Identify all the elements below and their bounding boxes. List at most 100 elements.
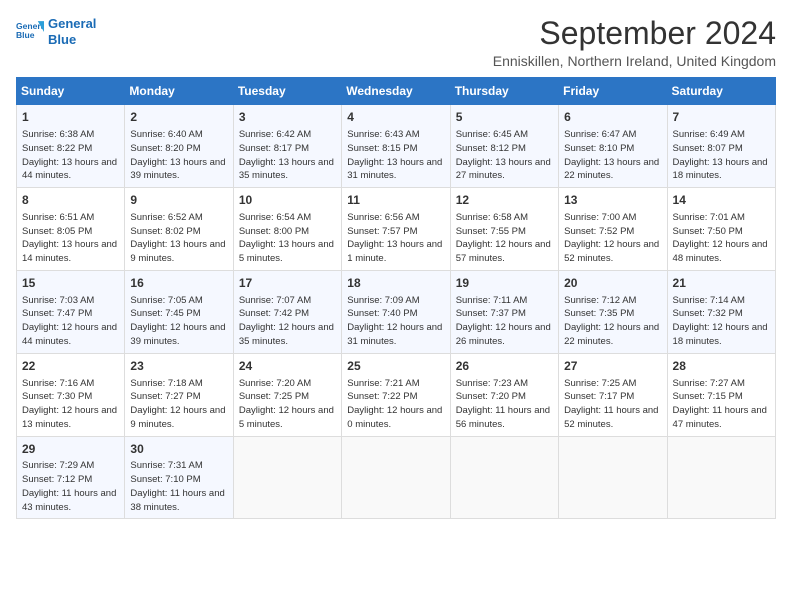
day-info: Sunrise: 7:11 AMSunset: 7:37 PMDaylight:… (456, 294, 553, 349)
day-number: 24 (239, 358, 336, 375)
day-number: 30 (130, 441, 227, 458)
header-monday: Monday (125, 78, 233, 105)
calendar-day: 13 Sunrise: 7:00 AMSunset: 7:52 PMDayligh… (559, 188, 667, 271)
calendar-day: 19Sunrise: 7:11 AMSunset: 7:37 PMDayligh… (450, 270, 558, 353)
day-info: Sunrise: 6:56 AMSunset: 7:57 PMDaylight:… (347, 211, 444, 266)
day-info: Sunrise: 6:47 AMSunset: 8:10 PMDaylight:… (564, 128, 661, 183)
calendar-table: SundayMondayTuesdayWednesdayThursdayFrid… (16, 77, 776, 519)
day-info: Sunrise: 7:27 AMSunset: 7:15 PMDaylight:… (673, 377, 770, 432)
day-number: 13 (564, 192, 661, 209)
calendar-day: 26Sunrise: 7:23 AMSunset: 7:20 PMDayligh… (450, 353, 558, 436)
calendar-day: 30Sunrise: 7:31 AMSunset: 7:10 PMDayligh… (125, 436, 233, 519)
day-number: 28 (673, 358, 770, 375)
calendar-day: 23 Sunrise: 7:18 AMSunset: 7:27 PMDayligh… (125, 353, 233, 436)
calendar-day: 21 Sunrise: 7:14 AMSunset: 7:32 PMDayligh… (667, 270, 775, 353)
calendar-day: 7 Sunrise: 6:49 AMSunset: 8:07 PMDaylight… (667, 105, 775, 188)
day-number: 29 (22, 441, 119, 458)
day-info: Sunrise: 6:58 AMSunset: 7:55 PMDaylight:… (456, 211, 553, 266)
logo-line2: Blue (48, 32, 76, 47)
header-wednesday: Wednesday (342, 78, 450, 105)
day-number: 12 (456, 192, 553, 209)
day-info: Sunrise: 6:43 AMSunset: 8:15 PMDaylight:… (347, 128, 444, 183)
calendar-day: 12 Sunrise: 6:58 AMSunset: 7:55 PMDayligh… (450, 188, 558, 271)
calendar-day: 9 Sunrise: 6:52 AMSunset: 8:02 PMDaylight… (125, 188, 233, 271)
day-info: Sunrise: 7:00 AMSunset: 7:52 PMDaylight:… (564, 211, 661, 266)
day-number: 9 (130, 192, 227, 209)
calendar-day: 27 Sunrise: 7:25 AMSunset: 7:17 PMDayligh… (559, 353, 667, 436)
day-info: Sunrise: 7:01 AMSunset: 7:50 PMDaylight:… (673, 211, 770, 266)
day-info: Sunrise: 7:16 AMSunset: 7:30 PMDaylight:… (22, 377, 119, 432)
day-number: 25 (347, 358, 444, 375)
day-info: Sunrise: 7:31 AMSunset: 7:10 PMDaylight:… (130, 459, 227, 514)
day-info: Sunrise: 7:29 AMSunset: 7:12 PMDaylight:… (22, 459, 119, 514)
day-info: Sunrise: 6:45 AMSunset: 8:12 PMDaylight:… (456, 128, 553, 183)
calendar-day: 11 Sunrise: 6:56 AMSunset: 7:57 PMDayligh… (342, 188, 450, 271)
day-info: Sunrise: 7:18 AMSunset: 7:27 PMDaylight:… (130, 377, 227, 432)
day-number: 15 (22, 275, 119, 292)
calendar-day (450, 436, 558, 519)
calendar-week-1: 1Sunrise: 6:38 AMSunset: 8:22 PMDaylight… (17, 105, 776, 188)
calendar-day (667, 436, 775, 519)
calendar-day: 4 Sunrise: 6:43 AMSunset: 8:15 PMDaylight… (342, 105, 450, 188)
day-number: 14 (673, 192, 770, 209)
day-info: Sunrise: 7:12 AMSunset: 7:35 PMDaylight:… (564, 294, 661, 349)
day-number: 18 (347, 275, 444, 292)
calendar-day: 18 Sunrise: 7:09 AMSunset: 7:40 PMDayligh… (342, 270, 450, 353)
logo: General Blue General Blue (16, 16, 96, 47)
day-number: 26 (456, 358, 553, 375)
header-tuesday: Tuesday (233, 78, 341, 105)
page-header: General Blue General Blue September 2024… (16, 16, 776, 69)
day-info: Sunrise: 6:42 AMSunset: 8:17 PMDaylight:… (239, 128, 336, 183)
day-number: 7 (673, 109, 770, 126)
calendar-title: September 2024 (493, 16, 776, 51)
day-number: 2 (130, 109, 227, 126)
day-number: 21 (673, 275, 770, 292)
day-info: Sunrise: 7:05 AMSunset: 7:45 PMDaylight:… (130, 294, 227, 349)
calendar-day: 5 Sunrise: 6:45 AMSunset: 8:12 PMDaylight… (450, 105, 558, 188)
day-info: Sunrise: 7:14 AMSunset: 7:32 PMDaylight:… (673, 294, 770, 349)
calendar-day: 3 Sunrise: 6:42 AMSunset: 8:17 PMDaylight… (233, 105, 341, 188)
calendar-week-2: 8Sunrise: 6:51 AMSunset: 8:05 PMDaylight… (17, 188, 776, 271)
header-sunday: Sunday (17, 78, 125, 105)
calendar-day: 17 Sunrise: 7:07 AMSunset: 7:42 PMDayligh… (233, 270, 341, 353)
day-number: 5 (456, 109, 553, 126)
calendar-day (559, 436, 667, 519)
day-info: Sunrise: 6:49 AMSunset: 8:07 PMDaylight:… (673, 128, 770, 183)
calendar-week-4: 22 Sunrise: 7:16 AMSunset: 7:30 PMDayligh… (17, 353, 776, 436)
title-block: September 2024 Enniskillen, Northern Ire… (493, 16, 776, 69)
calendar-day: 6Sunrise: 6:47 AMSunset: 8:10 PMDaylight… (559, 105, 667, 188)
logo-text: General Blue (48, 16, 96, 47)
calendar-subtitle: Enniskillen, Northern Ireland, United Ki… (493, 53, 776, 69)
day-number: 8 (22, 192, 119, 209)
day-info: Sunrise: 7:09 AMSunset: 7:40 PMDaylight:… (347, 294, 444, 349)
calendar-day (342, 436, 450, 519)
day-number: 11 (347, 192, 444, 209)
calendar-week-3: 15Sunrise: 7:03 AMSunset: 7:47 PMDayligh… (17, 270, 776, 353)
calendar-day: 25Sunrise: 7:21 AMSunset: 7:22 PMDayligh… (342, 353, 450, 436)
calendar-day: 15Sunrise: 7:03 AMSunset: 7:47 PMDayligh… (17, 270, 125, 353)
day-number: 1 (22, 109, 119, 126)
day-info: Sunrise: 6:52 AMSunset: 8:02 PMDaylight:… (130, 211, 227, 266)
day-info: Sunrise: 7:07 AMSunset: 7:42 PMDaylight:… (239, 294, 336, 349)
day-number: 22 (22, 358, 119, 375)
day-info: Sunrise: 6:54 AMSunset: 8:00 PMDaylight:… (239, 211, 336, 266)
calendar-day: 16Sunrise: 7:05 AMSunset: 7:45 PMDayligh… (125, 270, 233, 353)
calendar-day: 10 Sunrise: 6:54 AMSunset: 8:00 PMDayligh… (233, 188, 341, 271)
calendar-day: 20Sunrise: 7:12 AMSunset: 7:35 PMDayligh… (559, 270, 667, 353)
logo-line1: General (48, 16, 96, 31)
calendar-day: 2 Sunrise: 6:40 AMSunset: 8:20 PMDaylight… (125, 105, 233, 188)
calendar-week-5: 29Sunrise: 7:29 AMSunset: 7:12 PMDayligh… (17, 436, 776, 519)
day-number: 3 (239, 109, 336, 126)
day-info: Sunrise: 6:40 AMSunset: 8:20 PMDaylight:… (130, 128, 227, 183)
day-info: Sunrise: 7:25 AMSunset: 7:17 PMDaylight:… (564, 377, 661, 432)
day-number: 17 (239, 275, 336, 292)
logo-icon: General Blue (16, 18, 44, 46)
calendar-day (233, 436, 341, 519)
day-number: 23 (130, 358, 227, 375)
day-number: 27 (564, 358, 661, 375)
calendar-day: 14 Sunrise: 7:01 AMSunset: 7:50 PMDayligh… (667, 188, 775, 271)
day-number: 4 (347, 109, 444, 126)
svg-text:Blue: Blue (16, 30, 35, 40)
calendar-day: 29Sunrise: 7:29 AMSunset: 7:12 PMDayligh… (17, 436, 125, 519)
day-number: 10 (239, 192, 336, 209)
